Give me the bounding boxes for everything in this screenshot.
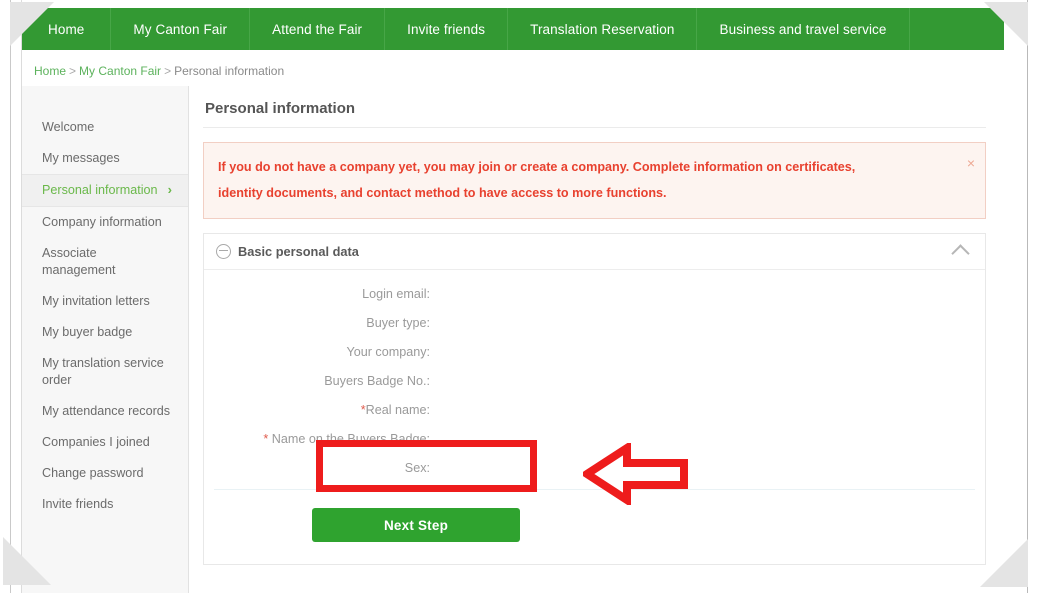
form-row-buyers-badge-no: Buyers Badge No.: [204,369,985,394]
minus-circle-icon [216,244,231,259]
field-label: Name on the Buyers Badge: [271,432,430,446]
field-label: Your company: [346,345,430,359]
sidebar-item-label: Associate management [42,246,116,277]
field-value[interactable] [434,456,985,481]
nav-item-label: My Canton Fair [133,21,228,37]
sidebar-item-my-translation-service-order[interactable]: My translation service order [22,348,188,396]
basic-personal-data-card: Basic personal data Login email: Buyer t… [203,233,986,565]
corner-fold-bottom-left [3,537,51,585]
nav-item-translation-reservation[interactable]: Translation Reservation [508,8,698,50]
sidebar: Welcome My messages Personal information… [22,86,189,593]
field-label: Login email: [362,287,430,301]
sidebar-item-associate-management[interactable]: Associate management [22,238,188,286]
sidebar-item-my-attendance-records[interactable]: My attendance records [22,396,188,427]
sidebar-item-personal-information[interactable]: Personal information › [22,174,188,207]
field-value[interactable] [434,398,985,423]
sidebar-item-label: Personal information [42,183,158,197]
nav-item-label: Business and travel service [719,21,887,37]
field-value[interactable] [434,427,985,452]
main-panel: Personal information If you do not have … [189,86,1004,593]
sidebar-item-company-information[interactable]: Company information [22,207,188,238]
field-value[interactable] [434,369,985,394]
form-row-buyer-type: Buyer type: [204,311,985,336]
page-title: Personal information [203,98,986,128]
sidebar-item-my-buyer-badge[interactable]: My buyer badge [22,317,188,348]
sidebar-item-label: My buyer badge [42,325,133,339]
form-row-real-name: *Real name: [204,398,985,423]
nav-item-label: Translation Reservation [530,21,675,37]
breadcrumb-separator: > [164,64,172,78]
sidebar-item-companies-i-joined[interactable]: Companies I joined [22,427,188,458]
page-root: Home My Canton Fair Attend the Fair Invi… [0,0,1038,593]
nav-item-label: Attend the Fair [272,21,363,37]
field-label: Buyer type: [366,316,430,330]
field-label-wrap: * Name on the Buyers Badge: [204,427,434,452]
breadcrumb-home[interactable]: Home [34,64,66,78]
close-icon[interactable]: × [967,150,975,176]
field-value[interactable] [434,282,985,307]
main-navigation-bar: Home My Canton Fair Attend the Fair Invi… [22,8,1004,50]
sidebar-item-label: Change password [42,466,144,480]
sidebar-item-invite-friends[interactable]: Invite friends [22,489,188,520]
nav-item-my-canton-fair[interactable]: My Canton Fair [111,8,251,50]
alert-text-line-2: identity documents, and contact method t… [218,186,667,200]
sidebar-item-label: Company information [42,215,162,229]
field-value[interactable] [434,340,985,365]
breadcrumb-current: Personal information [174,64,285,78]
corner-fold-top-left [10,2,54,46]
card-title: Basic personal data [238,244,359,259]
field-label: Real name: [365,403,430,417]
breadcrumb-my-canton-fair[interactable]: My Canton Fair [79,64,161,78]
breadcrumb: Home > My Canton Fair > Personal information [34,64,284,78]
corner-fold-bottom-right [980,539,1028,587]
sidebar-item-my-messages[interactable]: My messages [22,143,188,174]
info-alert-banner: If you do not have a company yet, you ma… [203,142,986,219]
card-footer-actions: Next Step [204,490,985,564]
chevron-up-icon[interactable] [951,244,970,263]
alert-text-line-1: If you do not have a company yet, you ma… [218,160,856,174]
corner-fold-top-right [984,2,1028,46]
chevron-right-icon: › [167,182,172,197]
field-label: Sex: [404,461,430,475]
field-label: Buyers Badge No.: [324,374,430,388]
sidebar-item-welcome[interactable]: Welcome [22,112,188,143]
sidebar-item-label: My attendance records [42,404,171,418]
sidebar-item-label: My translation service order [42,356,164,387]
card-body: Login email: Buyer type: Your company: B… [204,270,985,564]
nav-item-business-and-travel-service[interactable]: Business and travel service [697,8,910,50]
next-step-wrapper: Next Step [312,508,520,542]
sidebar-item-label: Welcome [42,120,95,134]
nav-item-invite-friends[interactable]: Invite friends [385,8,509,50]
card-header[interactable]: Basic personal data [204,234,985,270]
form-row-your-company: Your company: [204,340,985,365]
sidebar-item-change-password[interactable]: Change password [22,458,188,489]
frame-edge-right [1027,0,1028,593]
nav-item-label: Invite friends [407,21,486,37]
sidebar-item-label: My invitation letters [42,294,150,308]
sidebar-item-my-invitation-letters[interactable]: My invitation letters [22,286,188,317]
content-area: Welcome My messages Personal information… [22,86,1004,593]
field-value[interactable] [434,311,985,336]
required-asterisk: * [263,432,269,446]
sidebar-item-label: Companies I joined [42,435,150,449]
next-step-button[interactable]: Next Step [312,508,520,542]
form-row-sex: Sex: [204,456,985,481]
nav-item-attend-the-fair[interactable]: Attend the Fair [250,8,386,50]
sidebar-item-label: My messages [42,151,120,165]
sidebar-item-label: Invite friends [42,497,114,511]
breadcrumb-separator: > [69,64,77,78]
form-row-login-email: Login email: [204,282,985,307]
field-label-wrap: *Real name: [204,398,434,423]
form-row-name-on-the-buyers-badge: * Name on the Buyers Badge: [204,427,985,452]
frame-edge-left [10,0,11,593]
